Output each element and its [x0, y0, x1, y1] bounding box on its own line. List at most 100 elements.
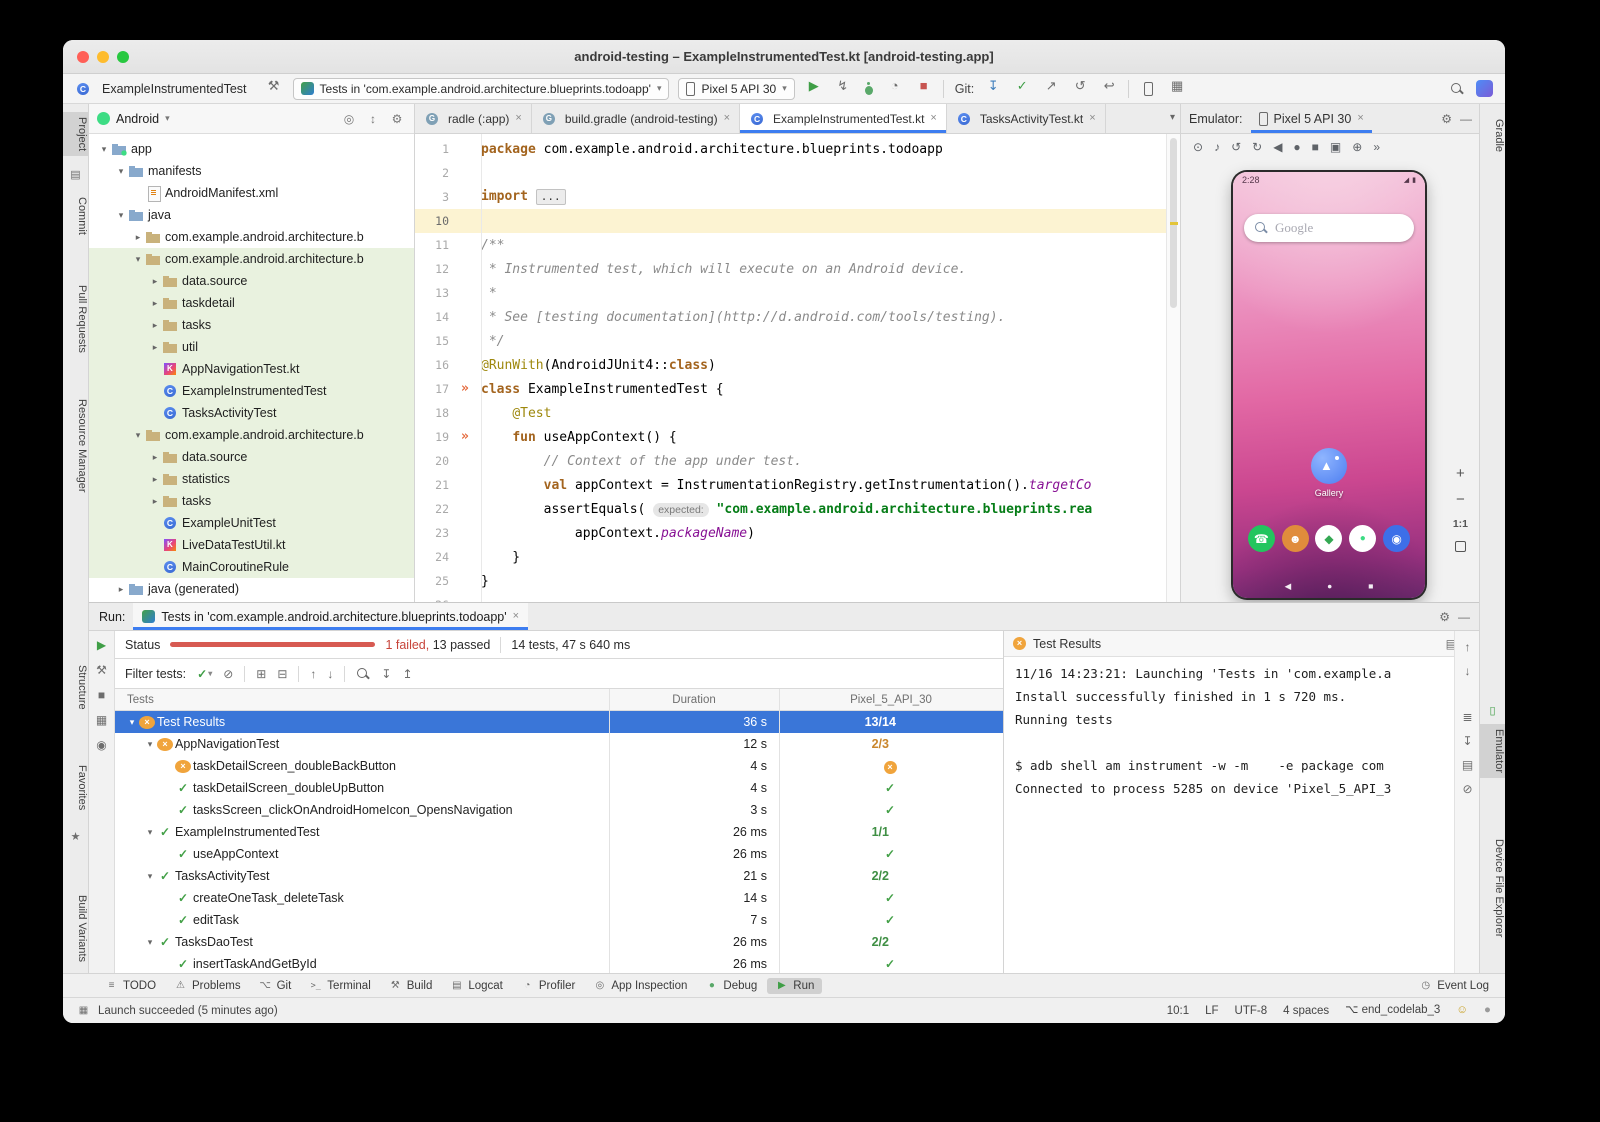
navigation-bar-item[interactable]: ExampleInstrumentedTest	[102, 82, 247, 96]
overview-icon[interactable]	[1312, 141, 1319, 153]
scroll-down-icon[interactable]	[1465, 665, 1471, 677]
device-select[interactable]: Pixel 5 API 30	[678, 78, 794, 100]
restore-layout-icon[interactable]	[96, 714, 107, 726]
test-settings-icon[interactable]	[96, 664, 107, 676]
expand-collapse-icon[interactable]	[364, 113, 382, 125]
chevron-icon[interactable]	[148, 320, 162, 331]
gallery-app-shortcut[interactable]: Gallery	[1311, 448, 1347, 498]
tool-button-build-variants[interactable]: Build Variants	[63, 890, 88, 967]
caret-position[interactable]: 10:1	[1167, 1005, 1189, 1017]
record-icon[interactable]	[1293, 141, 1300, 153]
fit-screen-button[interactable]	[1455, 541, 1466, 552]
chevron-icon[interactable]	[143, 739, 157, 750]
snapshot-icon[interactable]	[1352, 141, 1362, 153]
column-duration[interactable]: Duration	[609, 694, 779, 706]
tool-button-resource-manager[interactable]: Resource Manager	[63, 394, 88, 498]
editor-tab[interactable]: ExampleInstrumentedTest.kt	[740, 104, 947, 133]
emulator-screen[interactable]: 2:28 ◢▮ Google Gallery ☎ ☻ ◆ ● ◉ ◀ ● ■	[1233, 172, 1425, 598]
indent-setting[interactable]: 4 spaces	[1283, 1005, 1329, 1017]
zoom-out-button[interactable]: −	[1456, 492, 1465, 507]
soft-wrap-icon[interactable]	[1462, 711, 1472, 723]
rerun-tests-button[interactable]	[97, 639, 106, 651]
Problems[interactable]: Problems	[166, 978, 249, 994]
close-window-button[interactable]	[77, 51, 89, 63]
project-tree-item[interactable]: com.example.android.architecture.b	[89, 248, 414, 270]
project-tree-item[interactable]: AndroidManifest.xml	[89, 182, 414, 204]
chevron-icon[interactable]	[114, 166, 128, 177]
chevron-icon[interactable]	[97, 144, 111, 155]
close-icon[interactable]	[1089, 113, 1095, 124]
project-tree-item[interactable]: TasksActivityTest	[89, 402, 414, 424]
nav-home-button[interactable]: ●	[1327, 581, 1332, 591]
gear-icon[interactable]	[1439, 611, 1450, 623]
chevron-icon[interactable]	[148, 298, 162, 309]
TODO[interactable]: TODO	[97, 978, 164, 994]
test-row[interactable]: taskDetailScreen_doubleBackButton 4 s	[115, 755, 1003, 777]
project-tree-item[interactable]: app	[89, 138, 414, 160]
gear-icon[interactable]	[1441, 113, 1452, 125]
maps-app-icon[interactable]: ◆	[1315, 525, 1342, 552]
tool-button-project[interactable]: Project	[63, 112, 88, 156]
notifications-icon[interactable]	[1484, 1005, 1491, 1017]
chevron-icon[interactable]	[125, 717, 139, 728]
Terminal[interactable]: Terminal	[301, 978, 378, 994]
test-row[interactable]: TasksActivityTest 21 s 2/2	[115, 865, 1003, 887]
import-results-icon[interactable]	[381, 668, 391, 680]
git-commit-button[interactable]	[1012, 79, 1032, 99]
chevron-icon[interactable]	[114, 584, 128, 595]
debug-button[interactable]	[862, 81, 876, 97]
hide-panel-icon[interactable]	[1458, 611, 1470, 623]
test-row[interactable]: ExampleInstrumentedTest 26 ms 1/1	[115, 821, 1003, 843]
close-icon[interactable]	[930, 113, 936, 124]
Profiler[interactable]: Profiler	[513, 978, 583, 994]
hide-panel-icon[interactable]	[1460, 113, 1472, 125]
project-tree-item[interactable]: tasks	[89, 490, 414, 512]
project-tree-item[interactable]: ExampleUnitTest	[89, 512, 414, 534]
Debug[interactable]: Debug	[697, 978, 765, 994]
editor-tab[interactable]: build.gradle (android-testing)	[532, 104, 740, 133]
project-view-selector[interactable]: Android	[116, 112, 159, 126]
tab-list-chevron-icon[interactable]	[1170, 113, 1175, 123]
project-tree-item[interactable]: data.source	[89, 446, 414, 468]
device-manager-button[interactable]	[1144, 82, 1153, 96]
git-rollback-button[interactable]	[1099, 79, 1119, 99]
tool-button-commit[interactable]: Commit	[63, 192, 88, 240]
chevron-icon[interactable]	[143, 871, 157, 882]
test-history-icon[interactable]	[356, 667, 370, 681]
project-tree-item[interactable]: statistics	[89, 468, 414, 490]
feedback-smiley-icon[interactable]	[1456, 1005, 1468, 1017]
test-row[interactable]: taskDetailScreen_doubleUpButton 4 s	[115, 777, 1003, 799]
column-device[interactable]: Pixel_5_API_30	[779, 694, 1003, 706]
event-log-button[interactable]: Event Log	[1419, 980, 1489, 992]
chevron-icon[interactable]	[148, 342, 162, 353]
git-push-button[interactable]	[1041, 79, 1061, 99]
next-failed-icon[interactable]	[327, 668, 333, 680]
chevron-icon[interactable]	[148, 276, 162, 287]
Logcat[interactable]: Logcat	[442, 978, 511, 994]
more-icon[interactable]	[1373, 141, 1380, 153]
tool-button-emulator[interactable]: Emulator	[1480, 724, 1505, 778]
expand-all-icon[interactable]	[256, 668, 266, 680]
Git[interactable]: Git	[251, 978, 300, 994]
git-branch[interactable]: end_codelab_3	[1345, 1004, 1440, 1017]
column-tests[interactable]: Tests	[115, 694, 609, 706]
tool-button-device-file-explorer[interactable]: Device File Explorer	[1480, 834, 1505, 942]
project-tree-item[interactable]: manifests	[89, 160, 414, 182]
chevron-icon[interactable]	[131, 232, 145, 243]
test-row[interactable]: Test Results 36 s 13/14	[115, 711, 1003, 733]
screenshot-icon[interactable]	[1330, 141, 1341, 153]
minimize-window-button[interactable]	[97, 51, 109, 63]
close-icon[interactable]	[724, 113, 730, 124]
stop-icon[interactable]	[98, 689, 105, 701]
line-ending[interactable]: LF	[1205, 1005, 1218, 1017]
test-row[interactable]: useAppContext 26 ms	[115, 843, 1003, 865]
camera-app-icon[interactable]: ◉	[1383, 525, 1410, 552]
test-row[interactable]: tasksScreen_clickOnAndroidHomeIcon_Opens…	[115, 799, 1003, 821]
editor-tab[interactable]: radle (:app)	[415, 104, 532, 133]
nav-overview-button[interactable]: ■	[1368, 581, 1373, 591]
chevron-icon[interactable]	[131, 254, 145, 265]
run-tab[interactable]: Tests in 'com.example.android.architectu…	[133, 603, 528, 630]
chevron-icon[interactable]	[114, 210, 128, 221]
editor-tab[interactable]: TasksActivityTest.kt	[947, 104, 1106, 133]
test-row[interactable]: TasksDaoTest 26 ms 2/2	[115, 931, 1003, 953]
